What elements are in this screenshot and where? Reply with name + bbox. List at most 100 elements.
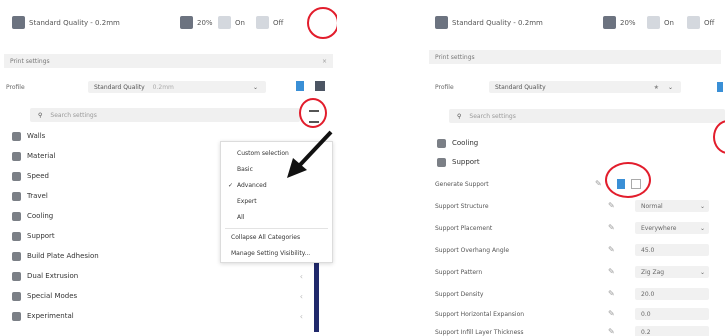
search-icon: ⚲: [38, 111, 43, 119]
adhesion-icon: [256, 16, 269, 29]
manage-setting-visibility[interactable]: Manage Setting Visibility...: [231, 250, 310, 257]
support-icon: [12, 231, 21, 241]
chevron-down-icon: ⌄: [699, 224, 705, 232]
category-cooling[interactable]: Cooling: [425, 133, 725, 153]
menu-item-all[interactable]: All: [237, 214, 244, 221]
setting-label: Support Pattern: [435, 269, 483, 276]
menu-item-basic[interactable]: Basic: [237, 166, 253, 173]
profile-value: Standard Quality: [94, 83, 145, 91]
quality-label: Standard Quality - 0.2mm: [452, 18, 543, 27]
walls-icon: [12, 131, 21, 141]
undo-icon[interactable]: [717, 82, 723, 92]
infill-icon: [603, 16, 616, 29]
experimental-icon: [12, 311, 21, 321]
category-label: Cooling: [27, 212, 54, 220]
setting-row: Generate Support ✎: [425, 174, 725, 196]
menu-item-expert[interactable]: Expert: [237, 198, 257, 205]
setting-dropdown[interactable]: Zig Zag ⌄: [635, 266, 709, 278]
search-icon: ⚲: [457, 112, 462, 120]
category-label: Build Plate Adhesion: [27, 252, 99, 260]
link-icon: ✎: [608, 289, 615, 298]
support-icon: [218, 16, 231, 29]
infill-summary[interactable]: 20%: [180, 16, 213, 29]
menu-item-custom[interactable]: Custom selection: [237, 150, 289, 157]
quality-summary[interactable]: Standard Quality - 0.2mm: [12, 16, 120, 29]
custom-icon[interactable]: [315, 81, 325, 91]
quality-label: Standard Quality - 0.2mm: [29, 18, 120, 27]
category-label: Special Modes: [27, 292, 78, 300]
link-icon: ✎: [608, 245, 615, 254]
collapse-all-categories[interactable]: Collapse All Categories: [231, 234, 300, 241]
search-placeholder: Search settings: [50, 111, 97, 119]
setting-label: Support Infill Layer Thickness: [435, 329, 524, 336]
profile-label: Profile: [435, 84, 454, 91]
support-label: On: [664, 18, 674, 27]
setting-value: Everywhere: [641, 224, 677, 232]
highlight-circle-menu: [299, 98, 327, 128]
profile-select[interactable]: Standard Quality 0.2mm ⌄: [88, 81, 266, 93]
special-modes-icon: [12, 291, 21, 301]
link-icon: ✎: [608, 223, 615, 232]
setting-row: Support Pattern ✎ Zig Zag ⌄: [425, 262, 725, 284]
chevron-down-icon: ⌄: [699, 202, 705, 210]
menu-item-advanced[interactable]: Advanced: [228, 182, 267, 189]
link-icon: ✎: [595, 179, 602, 188]
setting-input[interactable]: 0.2: [635, 326, 709, 336]
category-label: Cooling: [452, 139, 479, 147]
profile-value: Standard Quality: [495, 83, 546, 91]
chevron-left-icon: ‹: [299, 311, 303, 321]
support-summary[interactable]: On: [647, 16, 674, 29]
category-support[interactable]: Support: [425, 152, 725, 172]
adhesion-summary[interactable]: Off: [687, 16, 714, 29]
quality-summary[interactable]: Standard Quality - 0.2mm: [435, 16, 543, 29]
setting-input[interactable]: 0.0: [635, 308, 709, 320]
infill-summary[interactable]: 20%: [603, 16, 636, 29]
right-panel: Standard Quality - 0.2mm 20% On Off Prin…: [425, 0, 725, 336]
setting-value: 0.2: [641, 328, 651, 336]
category-label: Travel: [27, 192, 48, 200]
category-dual-extrusion[interactable]: Dual Extrusion ‹: [0, 266, 337, 286]
setting-dropdown[interactable]: Everywhere ⌄: [635, 222, 709, 234]
print-setup-bar[interactable]: Standard Quality - 0.2mm 20% On Off: [0, 12, 337, 38]
quality-icon: [12, 16, 25, 29]
setting-row: Support Structure ✎ Normal ⌄: [425, 196, 725, 218]
menu-divider: [225, 228, 328, 229]
setting-row: Support Placement ✎ Everywhere ⌄: [425, 218, 725, 240]
setting-input[interactable]: 20.0: [635, 288, 709, 300]
link-icon: ✎: [608, 201, 615, 210]
print-setup-bar[interactable]: Standard Quality - 0.2mm 20% On Off: [425, 12, 725, 38]
infill-icon: [180, 16, 193, 29]
chevron-left-icon: ‹: [299, 271, 303, 281]
profile-select[interactable]: Standard Quality ★ ⌄: [489, 81, 681, 93]
setting-input[interactable]: 45.0: [635, 244, 709, 256]
category-label: Material: [27, 152, 56, 160]
category-label: Walls: [27, 132, 46, 140]
travel-icon: [12, 191, 21, 201]
link-icon: ✎: [608, 327, 615, 336]
search-settings-input[interactable]: ⚲ Search settings: [449, 109, 725, 123]
link-icon: ✎: [608, 267, 615, 276]
adhesion-icon: [12, 251, 21, 261]
search-settings-input[interactable]: ⚲ Search settings: [30, 108, 300, 122]
category-special-modes[interactable]: Special Modes ‹: [0, 286, 337, 306]
support-summary[interactable]: On: [218, 16, 245, 29]
setting-label: Support Horizontal Expansion: [435, 311, 525, 318]
adhesion-summary[interactable]: Off: [256, 16, 283, 29]
print-settings-title: Print settings: [10, 57, 50, 65]
support-icon: [437, 157, 446, 167]
setting-value: 0.0: [641, 310, 651, 318]
category-label: Dual Extrusion: [27, 272, 79, 280]
adhesion-icon: [687, 16, 700, 29]
setting-label: Support Structure: [435, 203, 489, 210]
setting-value: Normal: [641, 202, 663, 210]
chevron-down-icon: ⌄: [699, 268, 705, 276]
profile-hint: 0.2mm: [152, 83, 174, 91]
left-panel: Standard Quality - 0.2mm 20% On Off Prin…: [0, 0, 337, 336]
category-experimental[interactable]: Experimental ‹: [0, 306, 337, 326]
close-icon[interactable]: ×: [322, 58, 327, 65]
setting-dropdown[interactable]: Normal ⌄: [635, 200, 709, 212]
undo-icon[interactable]: [296, 81, 304, 91]
setting-row: Support Overhang Angle ✎ 45.0: [425, 240, 725, 262]
print-settings-header: Print settings: [429, 50, 721, 64]
speed-icon: [12, 171, 21, 181]
